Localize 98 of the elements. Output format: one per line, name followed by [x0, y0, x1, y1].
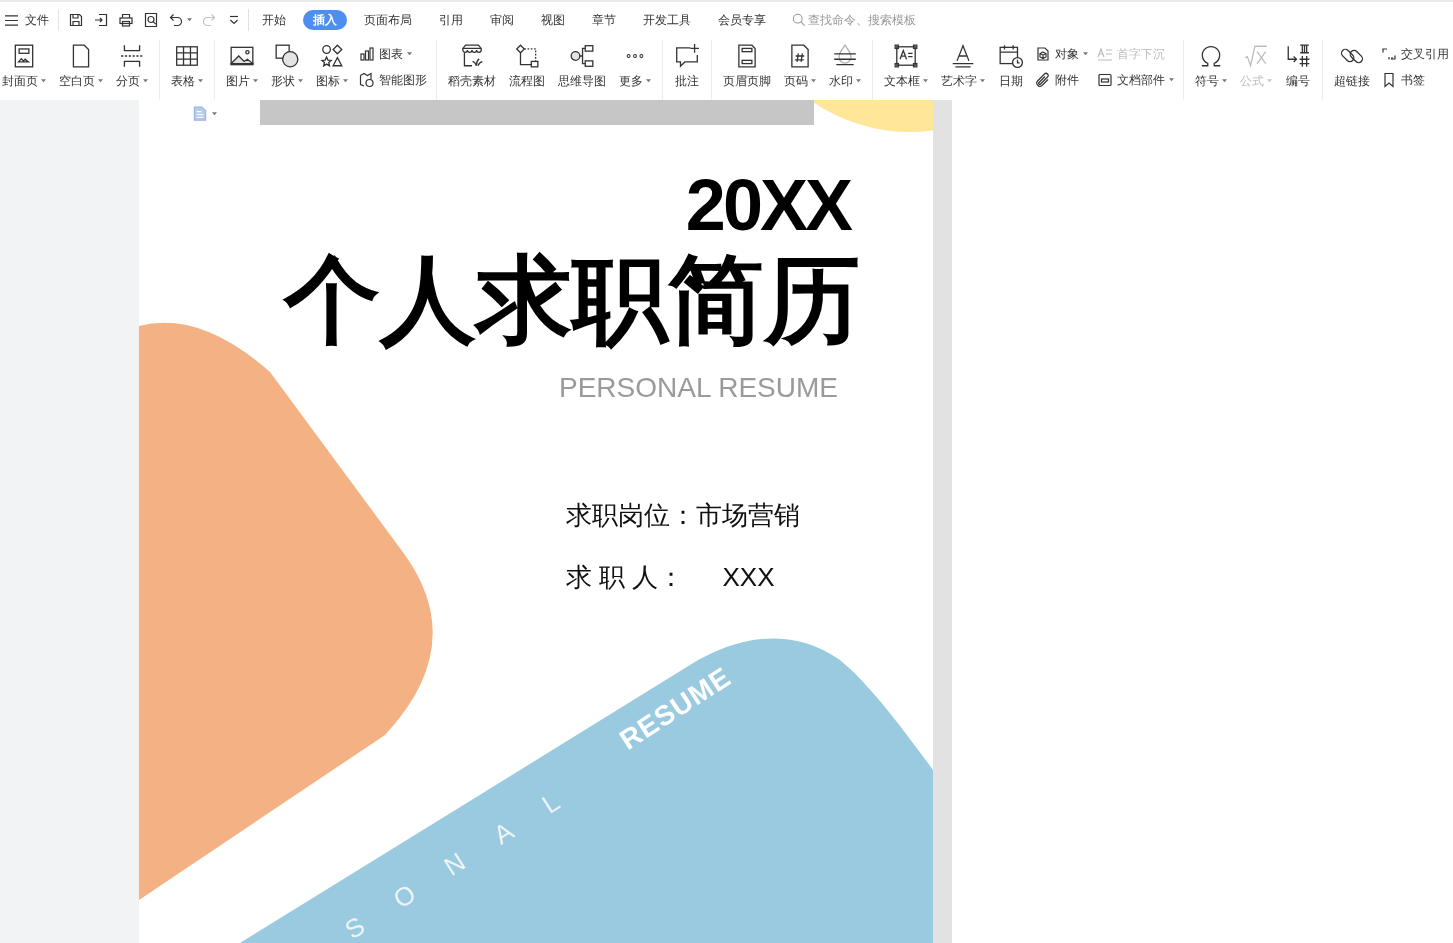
caret-icon	[980, 79, 985, 83]
header-footer-button[interactable]: 页眉页脚	[721, 38, 773, 90]
caret-icon	[98, 79, 103, 83]
resume-title: 个人求职简历	[284, 250, 860, 350]
applicant-value: XXX	[722, 561, 775, 594]
file-menu-button[interactable]: 文件	[4, 11, 49, 29]
caret-icon	[1083, 52, 1088, 56]
caret-icon	[41, 79, 46, 83]
ribbon-tab[interactable]: 页面布局	[354, 10, 422, 30]
attachment-button[interactable]: 附件	[1035, 67, 1088, 93]
smart-graphic-button[interactable]: 智能图形	[359, 67, 427, 93]
comment-button[interactable]: 批注	[672, 38, 702, 90]
position-text: 求职岗位：市场营销	[566, 499, 800, 532]
mind-map-icon	[569, 43, 595, 69]
mind-map-button[interactable]: 思维导图	[556, 38, 608, 90]
document-parts-button[interactable]: 文档部件	[1097, 67, 1174, 93]
ribbon-tab[interactable]: 章节	[582, 10, 626, 30]
caret-icon	[407, 52, 412, 56]
blank-page-button[interactable]: 空白页	[57, 38, 105, 90]
caret-icon	[198, 79, 203, 83]
table-icon	[174, 43, 200, 69]
cross-reference-button[interactable]: 交叉引用	[1381, 41, 1449, 67]
symbol-button[interactable]: 符号	[1193, 38, 1229, 90]
search-icon	[792, 13, 806, 27]
bookmark-button[interactable]: 书签	[1381, 67, 1449, 93]
print-preview-button[interactable]	[143, 12, 159, 28]
caret-icon	[811, 79, 816, 83]
caret-icon	[923, 79, 928, 83]
caret-icon	[343, 79, 348, 83]
document-part-icon	[1097, 72, 1113, 88]
print-icon	[118, 12, 134, 28]
more-button[interactable]: 更多	[617, 38, 653, 90]
year-text: 20XX	[685, 169, 850, 241]
save-icon	[68, 12, 84, 28]
watermark-button[interactable]: 水印	[827, 38, 863, 90]
subtitle-text: PERSONAL RESUME	[558, 372, 838, 404]
export-button[interactable]	[93, 12, 109, 28]
ribbon-tab[interactable]: 开始	[252, 10, 296, 30]
page-break-icon	[119, 43, 145, 69]
print-preview-icon	[143, 12, 159, 28]
caret-icon	[1222, 79, 1227, 83]
chart-button[interactable]: 图表	[359, 41, 427, 67]
text-box-icon	[893, 43, 919, 69]
save-button[interactable]	[68, 12, 84, 28]
square-circle-icon	[274, 43, 300, 69]
comment-add-icon	[674, 43, 700, 69]
applicant-label: 求 职 人：	[566, 561, 685, 594]
bar-chart-icon	[359, 46, 375, 62]
date-button[interactable]: 日期	[996, 38, 1026, 90]
caret-icon	[253, 79, 258, 83]
hyperlink-button[interactable]: 超链接	[1332, 38, 1372, 90]
ribbon-tab[interactable]: 审阅	[480, 10, 524, 30]
ribbon-tab[interactable]: 引用	[429, 10, 473, 30]
menu-icon	[4, 13, 19, 27]
word-art-button[interactable]: 艺术字	[939, 38, 987, 90]
caret-icon	[187, 18, 192, 22]
caret-icon	[1169, 78, 1174, 82]
ribbon-tab[interactable]: 会员专享	[708, 10, 776, 30]
cube-icon	[1035, 46, 1051, 62]
page-number-button[interactable]: 页码	[782, 38, 818, 90]
paperclip-icon	[1035, 72, 1051, 88]
materials-button[interactable]: 稻壳素材	[446, 38, 498, 90]
numbering-button[interactable]: 编号	[1283, 38, 1313, 90]
caret-icon	[212, 111, 217, 116]
more-icon	[626, 54, 644, 58]
caret-icon	[1267, 79, 1272, 83]
diagram-icon	[359, 72, 375, 88]
page-break-button[interactable]: 分页	[114, 38, 150, 90]
drop-cap-icon	[1097, 46, 1113, 62]
flowchart-icon	[514, 43, 540, 69]
ribbon-tab[interactable]: 开发工具	[633, 10, 701, 30]
object-button[interactable]: 对象	[1035, 41, 1088, 67]
ribbon-tab[interactable]: 视图	[531, 10, 575, 30]
icons-button[interactable]: 图标	[314, 38, 350, 90]
storefront-icon	[459, 43, 485, 69]
shapes-button[interactable]: 形状	[269, 38, 305, 90]
undo-icon	[168, 12, 184, 28]
flowchart-button[interactable]: 流程图	[507, 38, 547, 90]
word-art-icon	[950, 43, 976, 69]
caret-icon	[856, 79, 861, 83]
picture-button[interactable]: 图片	[224, 38, 260, 90]
export-icon	[93, 12, 109, 28]
caret-icon	[298, 79, 303, 83]
undo-button[interactable]	[168, 12, 192, 28]
print-button[interactable]	[118, 12, 134, 28]
caret-icon	[143, 79, 148, 83]
cross-reference-icon	[1381, 46, 1397, 62]
bookmark-icon	[1381, 72, 1397, 88]
search-field[interactable]: 查找命令、搜索模板	[808, 13, 920, 27]
formula-icon	[1243, 43, 1269, 69]
numbering-icon	[1285, 43, 1311, 69]
calendar-clock-icon	[998, 43, 1024, 69]
redo-icon	[201, 12, 217, 28]
caret-icon	[646, 79, 651, 83]
mixed-shapes-icon	[319, 43, 345, 69]
text-box-button[interactable]: 文本框	[882, 38, 930, 90]
cover-page-button[interactable]: 封面页	[0, 38, 48, 90]
table-button[interactable]: 表格	[169, 38, 205, 90]
